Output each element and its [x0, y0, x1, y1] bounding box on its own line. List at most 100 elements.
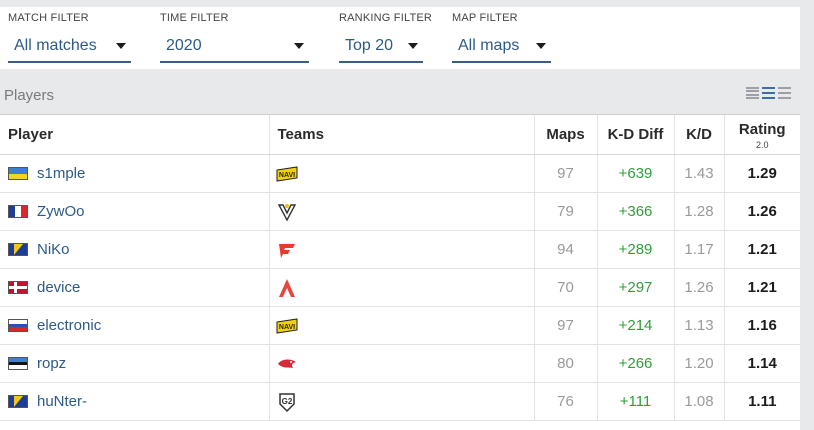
player-cell: electronic: [0, 306, 269, 345]
kd-ratio-value: 1.28: [673, 192, 724, 231]
table-row: electronic NAVI 97 +214 1.13 1.16: [0, 306, 800, 345]
kd-diff-value: +289: [596, 230, 674, 269]
ranking-filter: RANKING FILTER Top 20: [339, 12, 433, 63]
france-flag-icon: [8, 205, 28, 218]
astralis-logo-icon[interactable]: [276, 277, 534, 299]
rating-header-label: Rating: [738, 121, 786, 138]
chevron-down-icon: [294, 43, 304, 49]
view-toggle: [746, 87, 791, 99]
kd-ratio-value: 1.43: [673, 154, 724, 193]
map-filter-dropdown[interactable]: All maps: [452, 31, 551, 63]
kd-ratio-value: 1.08: [673, 382, 724, 421]
maps-column-header[interactable]: Maps: [533, 115, 597, 155]
team-cell: [268, 344, 534, 383]
wide-view-icon[interactable]: [778, 87, 791, 99]
player-cell: ropz: [0, 344, 269, 383]
table-row: huNter- G2 76 +111 1.08 1.11: [0, 382, 800, 421]
kd-diff-value: +111: [596, 382, 674, 421]
natus-vincere-logo-icon[interactable]: NAVI: [276, 163, 534, 185]
match-filter-value: All matches: [14, 37, 97, 54]
rating-value: 1.29: [723, 154, 800, 193]
kd-diff-value: +639: [596, 154, 674, 193]
kd-diff-value: +214: [596, 306, 674, 345]
time-filter-label: TIME FILTER: [160, 12, 229, 24]
svg-text:NAVI: NAVI: [278, 172, 294, 179]
teams-column-header: Teams: [268, 115, 534, 155]
rating-column-header[interactable]: Rating 2.0: [723, 115, 800, 155]
ranking-filter-dropdown[interactable]: Top 20: [339, 31, 423, 63]
match-filter: MATCH FILTER All matches: [8, 12, 131, 63]
player-name-link[interactable]: NiKo: [37, 241, 70, 258]
ranking-filter-label: RANKING FILTER: [339, 12, 433, 24]
map-filter: MAP FILTER All maps: [452, 12, 551, 63]
mousesports-logo-icon[interactable]: [276, 353, 534, 375]
players-table: Player Teams Maps K-D Diff K/D Rating 2.…: [0, 114, 800, 430]
bosnia-flag-icon: [8, 243, 28, 256]
ukraine-flag-icon: [8, 167, 28, 180]
list-view-icon[interactable]: [762, 87, 775, 99]
natus-vincere-logo-icon[interactable]: NAVI: [276, 315, 534, 337]
player-name-link[interactable]: ropz: [37, 355, 66, 372]
team-cell: [268, 230, 534, 269]
ranking-filter-value: Top 20: [345, 37, 394, 54]
match-filter-dropdown[interactable]: All matches: [8, 31, 131, 63]
vitality-logo-icon[interactable]: [276, 201, 534, 223]
kd-ratio-value: 1.26: [673, 268, 724, 307]
chevron-down-icon: [408, 43, 418, 49]
bosnia-flag-icon: [8, 395, 28, 408]
player-cell: NiKo: [0, 230, 269, 269]
svg-text:NAVI: NAVI: [278, 324, 294, 331]
rating-value: 1.14: [723, 344, 800, 383]
player-cell: ZywOo: [0, 192, 269, 231]
faze-logo-icon[interactable]: [276, 239, 534, 261]
maps-value: 80: [533, 344, 597, 383]
maps-value: 70: [533, 268, 597, 307]
rating-version-label: 2.0: [755, 140, 769, 150]
maps-value: 79: [533, 192, 597, 231]
compact-view-icon[interactable]: [746, 87, 759, 99]
table-row: s1mple NAVI 97 +639 1.43 1.29: [0, 154, 800, 193]
kd-ratio-value: 1.17: [673, 230, 724, 269]
map-filter-label: MAP FILTER: [452, 12, 518, 24]
kd-diff-value: +266: [596, 344, 674, 383]
table-row: device 70 +297 1.26 1.21: [0, 268, 800, 307]
svg-text:G2: G2: [281, 397, 292, 406]
g2-logo-icon[interactable]: G2: [276, 391, 534, 413]
team-cell: G2: [268, 382, 534, 421]
rating-value: 1.21: [723, 230, 800, 269]
maps-value: 94: [533, 230, 597, 269]
kd-ratio-value: 1.20: [673, 344, 724, 383]
filter-bar: MATCH FILTER All matches TIME FILTER 202…: [0, 7, 800, 69]
maps-value: 97: [533, 306, 597, 345]
rating-value: 1.11: [723, 382, 800, 421]
player-cell: s1mple: [0, 154, 269, 193]
chevron-down-icon: [536, 43, 546, 49]
player-name-link[interactable]: huNter-: [37, 393, 87, 410]
team-cell: [268, 268, 534, 307]
rating-value: 1.16: [723, 306, 800, 345]
time-filter-value: 2020: [166, 37, 202, 54]
map-filter-value: All maps: [458, 37, 520, 54]
team-cell: NAVI: [268, 154, 534, 193]
chevron-down-icon: [116, 43, 126, 49]
player-cell: huNter-: [0, 382, 269, 421]
table-body: s1mple NAVI 97 +639 1.43 1.29 ZywOo 79 +…: [0, 154, 800, 421]
maps-value: 97: [533, 154, 597, 193]
kd-diff-column-header[interactable]: K-D Diff: [596, 115, 674, 155]
russia-flag-icon: [8, 319, 28, 332]
table-row: NiKo 94 +289 1.17 1.21: [0, 230, 800, 269]
time-filter: TIME FILTER 2020: [160, 12, 309, 63]
rating-value: 1.21: [723, 268, 800, 307]
team-cell: NAVI: [268, 306, 534, 345]
player-name-link[interactable]: ZywOo: [37, 203, 85, 220]
table-row: ropz 80 +266 1.20 1.14: [0, 344, 800, 383]
kd-column-header[interactable]: K/D: [673, 115, 724, 155]
time-filter-dropdown[interactable]: 2020: [160, 31, 309, 63]
player-name-link[interactable]: electronic: [37, 317, 101, 334]
match-filter-label: MATCH FILTER: [8, 12, 89, 24]
player-column-header[interactable]: Player: [0, 115, 269, 155]
rating-value: 1.26: [723, 192, 800, 231]
player-name-link[interactable]: s1mple: [37, 165, 85, 182]
player-name-link[interactable]: device: [37, 279, 80, 296]
kd-diff-value: +366: [596, 192, 674, 231]
